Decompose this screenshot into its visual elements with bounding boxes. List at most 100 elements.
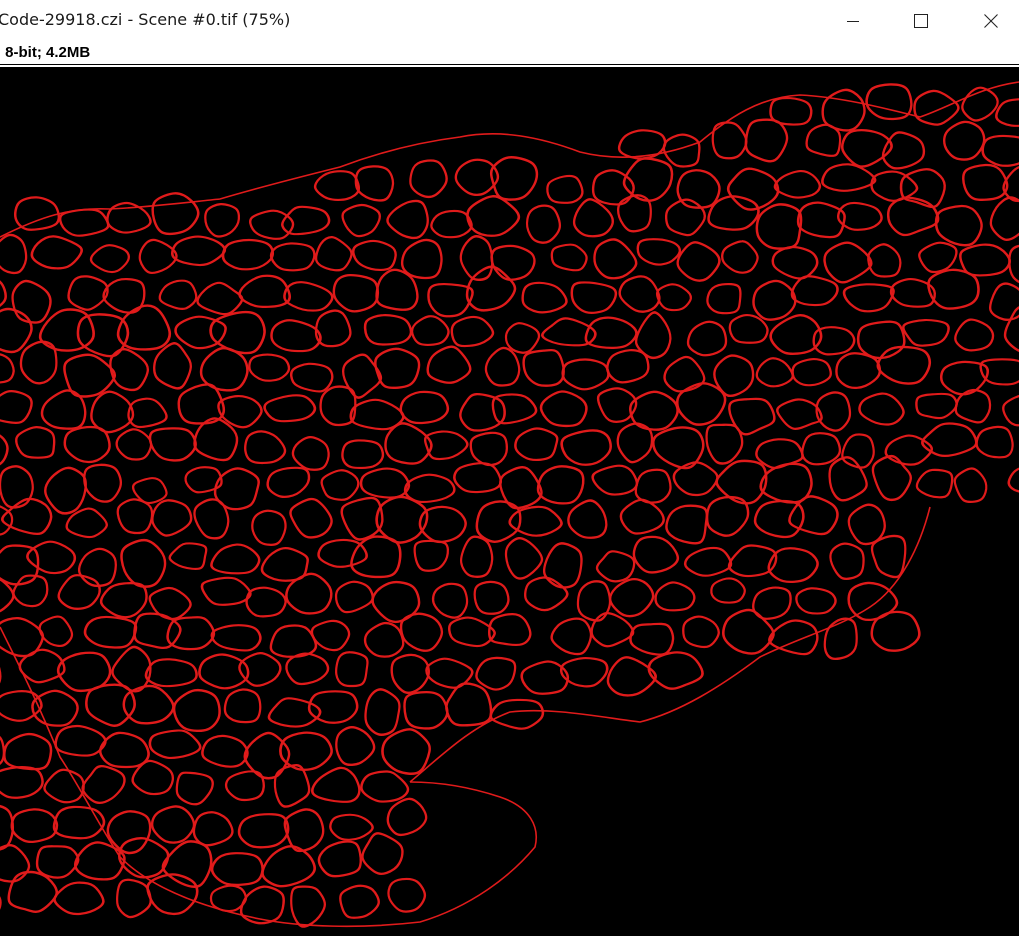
cell-outline: [979, 358, 1019, 386]
cell-inner-outline: [635, 469, 671, 503]
cell-outline: [99, 582, 148, 619]
cell-outline-overlay: [0, 81, 1019, 928]
maximize-button[interactable]: [898, 0, 944, 42]
cell-inner-outline: [222, 239, 274, 270]
cell-outline: [85, 683, 136, 727]
cell-inner-outline: [12, 280, 51, 323]
cell-inner-outline: [485, 347, 520, 386]
cell-inner-outline: [428, 283, 473, 317]
cell-outline: [445, 682, 493, 727]
cell-inner-outline: [211, 852, 263, 886]
cell-inner-outline: [400, 391, 449, 424]
cell-inner-outline: [15, 426, 55, 459]
close-button[interactable]: [968, 0, 1014, 42]
cell-inner-outline: [311, 620, 350, 651]
cell-inner-outline: [857, 321, 905, 359]
cell-inner-outline: [290, 498, 332, 538]
cell-inner-outline: [607, 349, 649, 383]
cell-inner-outline: [335, 651, 368, 687]
cell-inner-outline: [490, 699, 544, 730]
image-canvas[interactable]: [0, 67, 1019, 936]
cell-outline: [209, 310, 266, 355]
cell-inner-outline: [526, 205, 561, 244]
cell-inner-outline: [609, 578, 654, 617]
cell-inner-outline: [123, 685, 174, 724]
cell-outline: [726, 167, 780, 211]
cell-inner-outline: [335, 726, 375, 766]
cell-inner-outline: [822, 163, 876, 192]
cell-inner-outline: [791, 275, 838, 306]
cell-outline: [629, 622, 675, 656]
cell-inner-outline: [360, 468, 410, 498]
cell-inner-outline: [162, 841, 212, 888]
cell-inner-outline: [312, 767, 360, 803]
cell-inner-outline: [774, 170, 821, 198]
cell-inner-outline: [268, 697, 321, 727]
cell-outline: [915, 468, 954, 499]
cell-inner-outline: [0, 353, 15, 383]
cell-outline: [522, 348, 565, 387]
cell-outline: [168, 542, 208, 570]
cell-inner-outline: [78, 548, 117, 587]
cell-outline: [759, 462, 813, 504]
cell-inner-outline: [522, 282, 567, 313]
cell-inner-outline: [267, 467, 310, 498]
cell-inner-outline: [448, 617, 495, 647]
cell-inner-outline: [427, 346, 471, 384]
cell-inner-outline: [270, 242, 315, 271]
window-title: Code-29918.czi - Scene #0.tif (75%): [0, 10, 291, 29]
cell-inner-outline: [914, 90, 959, 126]
cell-inner-outline: [792, 358, 832, 386]
cell-inner-outline: [55, 725, 106, 756]
cell-outline: [676, 241, 721, 282]
cell-inner-outline: [14, 197, 60, 231]
cell-outline: [884, 434, 933, 466]
cell-inner-outline: [238, 813, 289, 848]
image-window: Code-29918.czi - Scene #0.tif (75%) ; 8-…: [0, 0, 1019, 936]
cell-inner-outline: [270, 625, 317, 658]
cell-inner-outline: [66, 508, 108, 538]
image-info-bar: ; 8-bit; 4.2MB: [0, 42, 1019, 64]
cell-inner-outline: [460, 393, 505, 431]
cell-inner-outline: [1009, 245, 1019, 283]
cell-outline: [475, 656, 517, 691]
cell-inner-outline: [121, 539, 166, 587]
cell-outline: [870, 170, 919, 202]
cell-inner-outline: [342, 439, 384, 469]
cell-inner-outline: [362, 832, 403, 875]
cell-inner-outline: [404, 691, 448, 729]
cell-inner-outline: [251, 510, 286, 546]
cell-inner-outline: [194, 499, 229, 539]
cell-outline: [953, 467, 988, 503]
cell-outline: [790, 275, 839, 307]
title-bar[interactable]: Code-29918.czi - Scene #0.tif (75%): [0, 0, 1019, 42]
cell-inner-outline: [772, 246, 818, 279]
cell-inner-outline: [290, 886, 326, 927]
cell-inner-outline: [139, 239, 177, 274]
cell-inner-outline: [375, 348, 420, 389]
cell-outline: [386, 199, 429, 240]
cell-outline: [902, 318, 950, 347]
cell-inner-outline: [59, 209, 109, 237]
cell-inner-outline: [0, 545, 39, 585]
minimize-button[interactable]: [830, 0, 876, 42]
cell-inner-outline: [361, 771, 409, 803]
cell-outline: [672, 461, 719, 497]
cell-inner-outline: [989, 283, 1019, 321]
cell-outline: [44, 466, 87, 515]
cell-outline: [567, 499, 608, 539]
cell-inner-outline: [707, 283, 741, 314]
cell-inner-outline: [224, 689, 261, 723]
cell-inner-outline: [488, 613, 531, 646]
cell-inner-outline: [210, 311, 265, 354]
cell-inner-outline: [82, 765, 125, 804]
cell-inner-outline: [1002, 395, 1019, 426]
cell-inner-outline: [955, 389, 991, 423]
cell-inner-outline: [797, 202, 845, 238]
cell-inner-outline: [365, 689, 400, 735]
cell-inner-outline: [315, 236, 352, 271]
cell-inner-outline: [801, 432, 841, 465]
cell-outline: [606, 656, 657, 697]
cell-inner-outline: [53, 806, 105, 839]
cell-inner-outline: [928, 269, 979, 309]
